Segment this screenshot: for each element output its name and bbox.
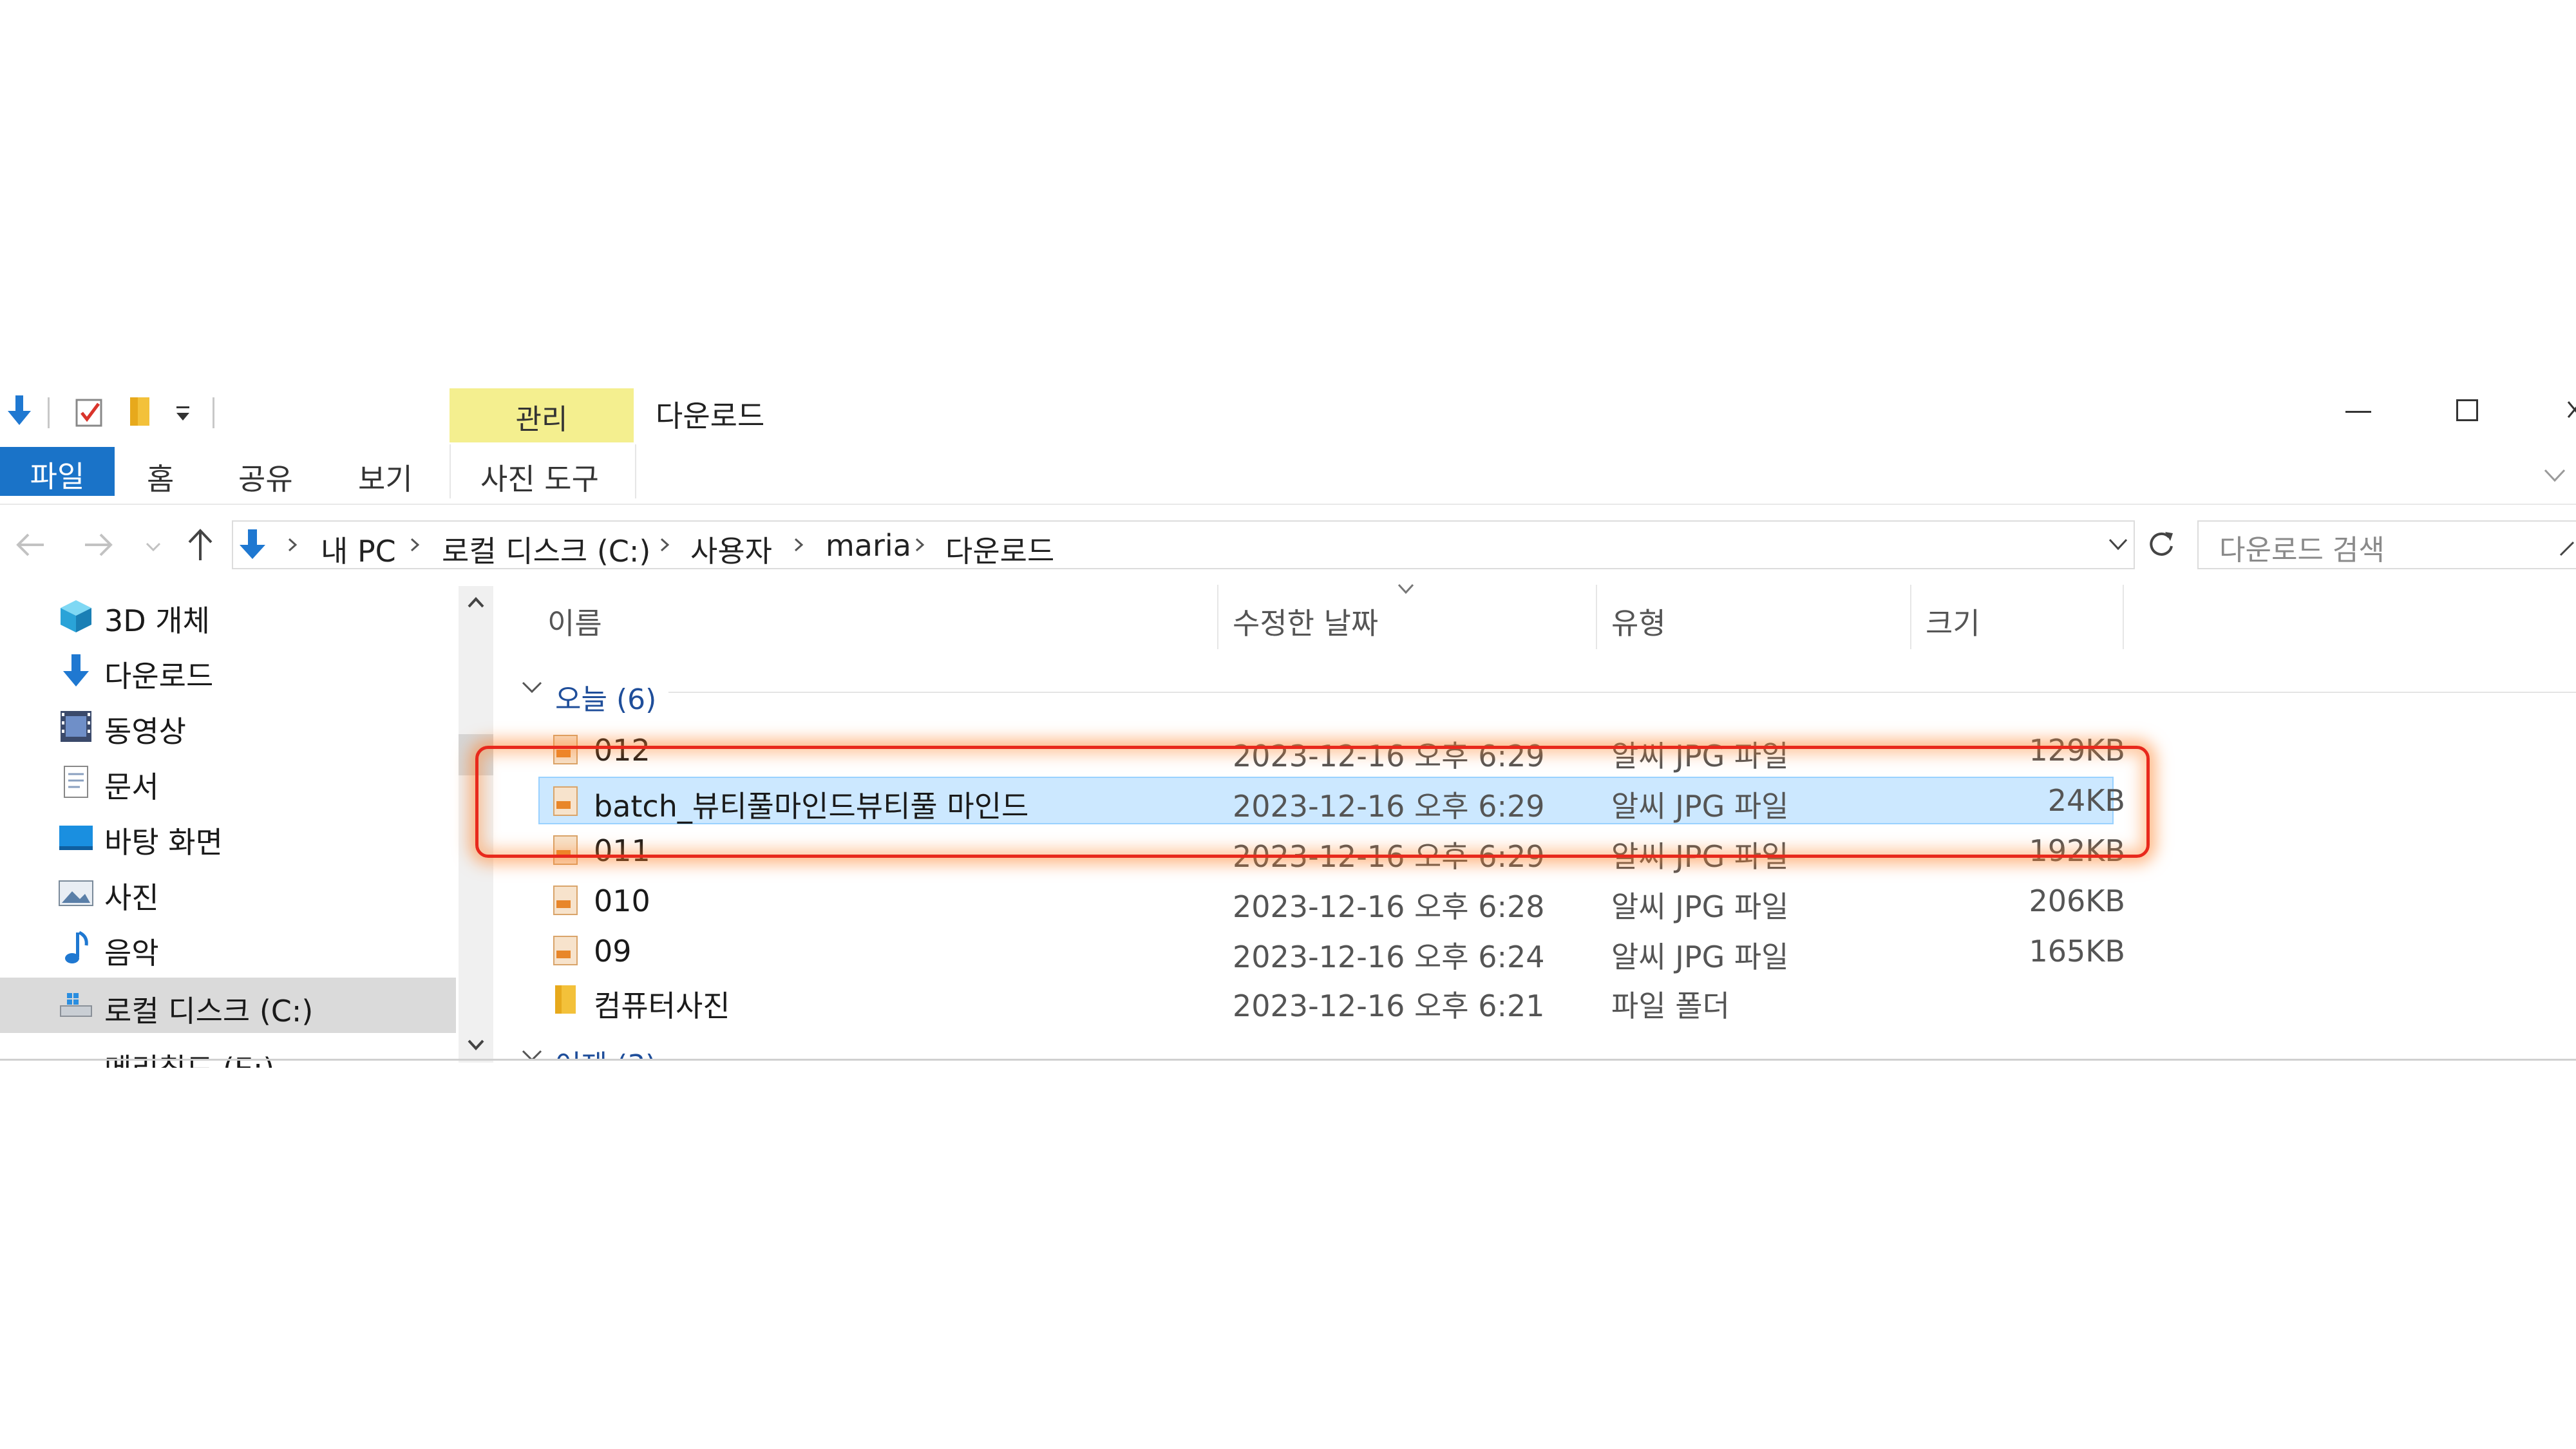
file-type: 알씨 JPG 파일 <box>1611 889 1789 924</box>
download-icon <box>63 654 89 687</box>
column-header-name[interactable]: 이름 <box>547 600 602 643</box>
breadcrumb-users[interactable]: 사용자 <box>690 528 772 571</box>
file-date: 2023-12-16 오후 6:21 <box>1233 989 1545 1023</box>
group-header-yesterday[interactable]: 어제 (3) <box>0 1034 2576 1059</box>
back-arrow-icon[interactable] <box>13 527 49 563</box>
scroll-up-icon[interactable] <box>466 594 486 612</box>
recent-locations-chevron-icon[interactable] <box>144 540 162 554</box>
jpg-file-icon <box>553 886 578 915</box>
3d-objects-icon <box>61 600 91 632</box>
minimize-button[interactable] <box>2345 411 2371 413</box>
close-icon[interactable] <box>2562 394 2576 426</box>
maximize-button[interactable] <box>2456 399 2478 421</box>
column-header-date[interactable]: 수정한 날짜 <box>1233 600 1378 643</box>
ribbon-divider <box>0 504 2576 505</box>
file-date: 2023-12-16 오후 6:28 <box>1233 889 1545 924</box>
tab-view[interactable]: 보기 <box>358 456 413 498</box>
group-header-today[interactable]: 오늘 (6) <box>555 676 656 717</box>
file-row-010[interactable]: 010 2023-12-16 오후 6:28 알씨 JPG 파일 206KB <box>0 878 2125 925</box>
tab-file-label[interactable]: 파일 <box>0 453 115 496</box>
tab-picture-tools-label[interactable]: 사진 도구 <box>480 456 599 498</box>
jpg-file-icon <box>553 936 578 965</box>
column-header-type[interactable]: 유형 <box>1611 600 1666 643</box>
file-name: 09 <box>594 934 632 969</box>
tab-home[interactable]: 홈 <box>147 456 174 498</box>
breadcrumb-separator-icon[interactable] <box>792 536 805 554</box>
column-divider[interactable] <box>1596 585 1597 649</box>
group-label: 어제 (3) <box>555 1042 656 1059</box>
customize-toolbar-icon[interactable] <box>174 402 192 426</box>
file-date: 2023-12-16 오후 6:24 <box>1233 940 1545 974</box>
group-collapse-icon[interactable] <box>520 677 544 697</box>
window-title: 다운로드 <box>656 399 765 433</box>
nav-item-3d-objects[interactable]: 3D 개체 <box>0 587 456 643</box>
nav-label: 다운로드 <box>104 659 214 694</box>
column-divider[interactable] <box>2123 585 2124 649</box>
column-header-size[interactable]: 크기 <box>1926 600 1980 643</box>
breadcrumb-downloads[interactable]: 다운로드 <box>945 528 1054 571</box>
window-bottom-edge <box>0 1059 2576 1061</box>
search-icon[interactable] <box>2558 535 2576 558</box>
group-collapse-icon[interactable] <box>520 1046 544 1059</box>
new-folder-icon[interactable] <box>126 395 156 428</box>
file-type: 알씨 JPG 파일 <box>1611 940 1789 974</box>
column-divider[interactable] <box>1217 585 1218 649</box>
breadcrumb-my-pc[interactable]: 내 PC <box>321 528 396 571</box>
up-arrow-icon[interactable] <box>184 526 216 564</box>
refresh-icon[interactable] <box>2143 527 2178 563</box>
file-name: 010 <box>594 884 650 918</box>
file-name: 컴퓨터사진 <box>594 989 730 1023</box>
expand-ribbon-icon[interactable] <box>2543 465 2567 486</box>
downloads-location-icon <box>240 529 265 559</box>
file-row-folder[interactable]: 컴퓨터사진 2023-12-16 오후 6:21 파일 폴더 <box>0 978 2125 1024</box>
address-history-chevron-icon[interactable] <box>2107 535 2129 554</box>
properties-icon[interactable] <box>74 396 105 428</box>
column-divider[interactable] <box>1910 585 1911 649</box>
breadcrumb-separator-icon[interactable] <box>658 536 671 554</box>
quick-access-download-icon[interactable] <box>6 394 32 428</box>
search-input[interactable]: 다운로드 검색 <box>2219 527 2385 568</box>
breadcrumb-maria[interactable]: maria <box>826 528 911 563</box>
file-size: 206KB <box>2029 884 2125 918</box>
file-explorer-window: 관리 다운로드 파일 홈 공유 보기 사진 도구 내 PC 로컬 디스크 (C:… <box>0 0 2576 1449</box>
breadcrumb-separator-icon[interactable] <box>286 536 299 554</box>
sort-descending-icon <box>1397 583 1414 594</box>
folder-icon <box>555 985 576 1014</box>
toolbar-separator <box>48 397 50 428</box>
file-row-09[interactable]: 09 2023-12-16 오후 6:24 알씨 JPG 파일 165KB <box>0 929 2125 975</box>
nav-label: 3D 개체 <box>104 603 210 638</box>
file-type: 파일 폴더 <box>1611 989 1730 1023</box>
manage-tab-label[interactable]: 관리 <box>450 396 634 437</box>
highlight-annotation-box <box>475 746 2150 858</box>
forward-arrow-icon[interactable] <box>80 527 116 563</box>
tab-share[interactable]: 공유 <box>238 456 293 498</box>
group-divider <box>668 692 2576 693</box>
toolbar-separator <box>213 397 214 428</box>
breadcrumb-local-disk[interactable]: 로컬 디스크 (C:) <box>442 528 650 571</box>
breadcrumb-separator-icon[interactable] <box>913 536 926 554</box>
file-size: 165KB <box>2029 934 2125 969</box>
breadcrumb-separator-icon[interactable] <box>408 536 421 554</box>
nav-item-downloads[interactable]: 다운로드 <box>0 643 456 698</box>
